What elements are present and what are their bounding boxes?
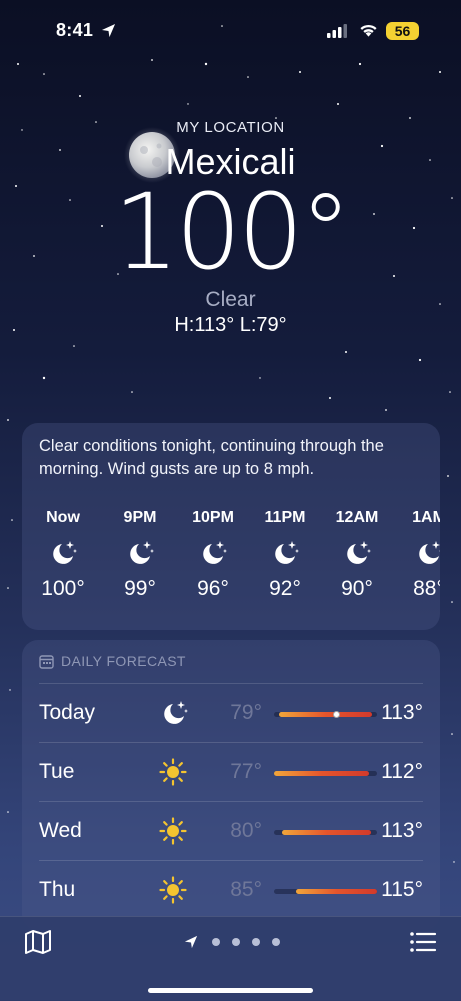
moon-stars-icon bbox=[270, 539, 300, 567]
page-indicator[interactable] bbox=[184, 935, 286, 949]
location-arrow-icon bbox=[184, 935, 198, 949]
day-name: Wed bbox=[39, 819, 82, 842]
location-label: MY LOCATION bbox=[176, 119, 285, 136]
hour-item: 9PM 99° bbox=[105, 509, 175, 601]
day-name: Today bbox=[39, 701, 96, 724]
moon-stars-icon bbox=[48, 539, 78, 567]
hour-item: 1AM 88° bbox=[394, 509, 440, 601]
map-icon[interactable] bbox=[24, 929, 52, 955]
temperature-range-fill bbox=[295, 889, 377, 894]
temperature-range-bar bbox=[274, 889, 377, 894]
daily-row[interactable]: Tue 77° 112° bbox=[39, 742, 423, 802]
page-dot[interactable] bbox=[212, 938, 220, 946]
high-temperature: 113° bbox=[381, 701, 423, 724]
moon-stars-icon bbox=[414, 539, 440, 567]
cellular-signal-icon bbox=[327, 24, 347, 38]
hour-item: 11PM 92° bbox=[250, 509, 320, 601]
temperature-range-fill bbox=[282, 830, 372, 835]
daily-forecast-card[interactable]: DAILY FORECAST Today 79° 113° Tue 77° 112° Wed… bbox=[22, 640, 440, 930]
battery-icon: 56 bbox=[386, 22, 419, 40]
daily-row[interactable]: Wed 80° 113° bbox=[39, 801, 423, 861]
current-condition: Clear bbox=[205, 288, 256, 311]
low-temperature: 80° bbox=[230, 819, 262, 842]
daily-forecast-header: DAILY FORECAST bbox=[39, 653, 186, 669]
status-bar-time: 8:41 bbox=[56, 20, 94, 40]
hour-temperature: 100° bbox=[41, 577, 85, 600]
hour-label: 11PM bbox=[264, 509, 306, 526]
hour-label: 1AM bbox=[412, 509, 440, 526]
hour-item: 12AM 90° bbox=[322, 509, 392, 601]
hour-temperature: 96° bbox=[197, 577, 229, 600]
hour-label: 12AM bbox=[335, 509, 379, 526]
daily-forecast-title: DAILY FORECAST bbox=[61, 653, 186, 669]
high-temperature: 113° bbox=[381, 819, 423, 842]
hour-temperature: 99° bbox=[124, 577, 156, 600]
current-temp-marker bbox=[332, 711, 340, 718]
bottom-toolbar bbox=[0, 916, 461, 1001]
list-icon[interactable] bbox=[409, 930, 437, 954]
sun-icon bbox=[159, 876, 187, 904]
high-low-temperature: H:113° L:79° bbox=[174, 314, 287, 336]
page-dots bbox=[206, 938, 286, 946]
low-temperature: 79° bbox=[230, 701, 262, 724]
page-dot[interactable] bbox=[272, 938, 280, 946]
temperature-range-bar bbox=[274, 830, 377, 835]
moon-stars-icon bbox=[159, 699, 188, 727]
hour-temperature: 92° bbox=[269, 577, 301, 600]
high-temperature: 112° bbox=[381, 760, 423, 783]
location-arrow-icon bbox=[101, 23, 116, 38]
day-name: Tue bbox=[39, 760, 75, 783]
daily-row[interactable]: Today 79° 113° bbox=[39, 683, 423, 743]
hour-item: 10PM 96° bbox=[178, 509, 248, 601]
moon-stars-icon bbox=[342, 539, 372, 567]
sun-icon bbox=[159, 758, 187, 786]
low-temperature: 77° bbox=[230, 760, 262, 783]
low-temperature: 85° bbox=[230, 878, 262, 901]
high-temperature: 115° bbox=[381, 878, 423, 901]
hour-label: 9PM bbox=[123, 509, 157, 526]
page-dot[interactable] bbox=[252, 938, 260, 946]
temperature-range-bar bbox=[274, 771, 377, 776]
current-temperature: 100° bbox=[113, 171, 352, 293]
home-indicator[interactable] bbox=[148, 988, 313, 993]
calendar-icon bbox=[39, 654, 54, 669]
hourly-forecast-card[interactable]: Clear conditions tonight, continuing thr… bbox=[22, 423, 440, 630]
page-dot[interactable] bbox=[232, 938, 240, 946]
temperature-range-fill bbox=[274, 771, 369, 776]
hour-label: Now bbox=[46, 509, 80, 526]
wifi-icon bbox=[360, 24, 377, 37]
hour-temperature: 88° bbox=[413, 577, 440, 600]
daily-row[interactable]: Thu 85° 115° bbox=[39, 860, 423, 920]
forecast-summary: Clear conditions tonight, continuing thr… bbox=[39, 437, 384, 478]
hour-temperature: 90° bbox=[341, 577, 373, 600]
temperature-range-bar bbox=[274, 711, 377, 718]
moon-stars-icon bbox=[125, 539, 155, 567]
moon-stars-icon bbox=[198, 539, 228, 567]
sun-icon bbox=[159, 817, 187, 845]
day-name: Thu bbox=[39, 878, 76, 901]
hour-item: Now 100° bbox=[28, 509, 98, 601]
temperature-range-fill bbox=[279, 712, 372, 717]
hour-label: 10PM bbox=[192, 509, 234, 526]
